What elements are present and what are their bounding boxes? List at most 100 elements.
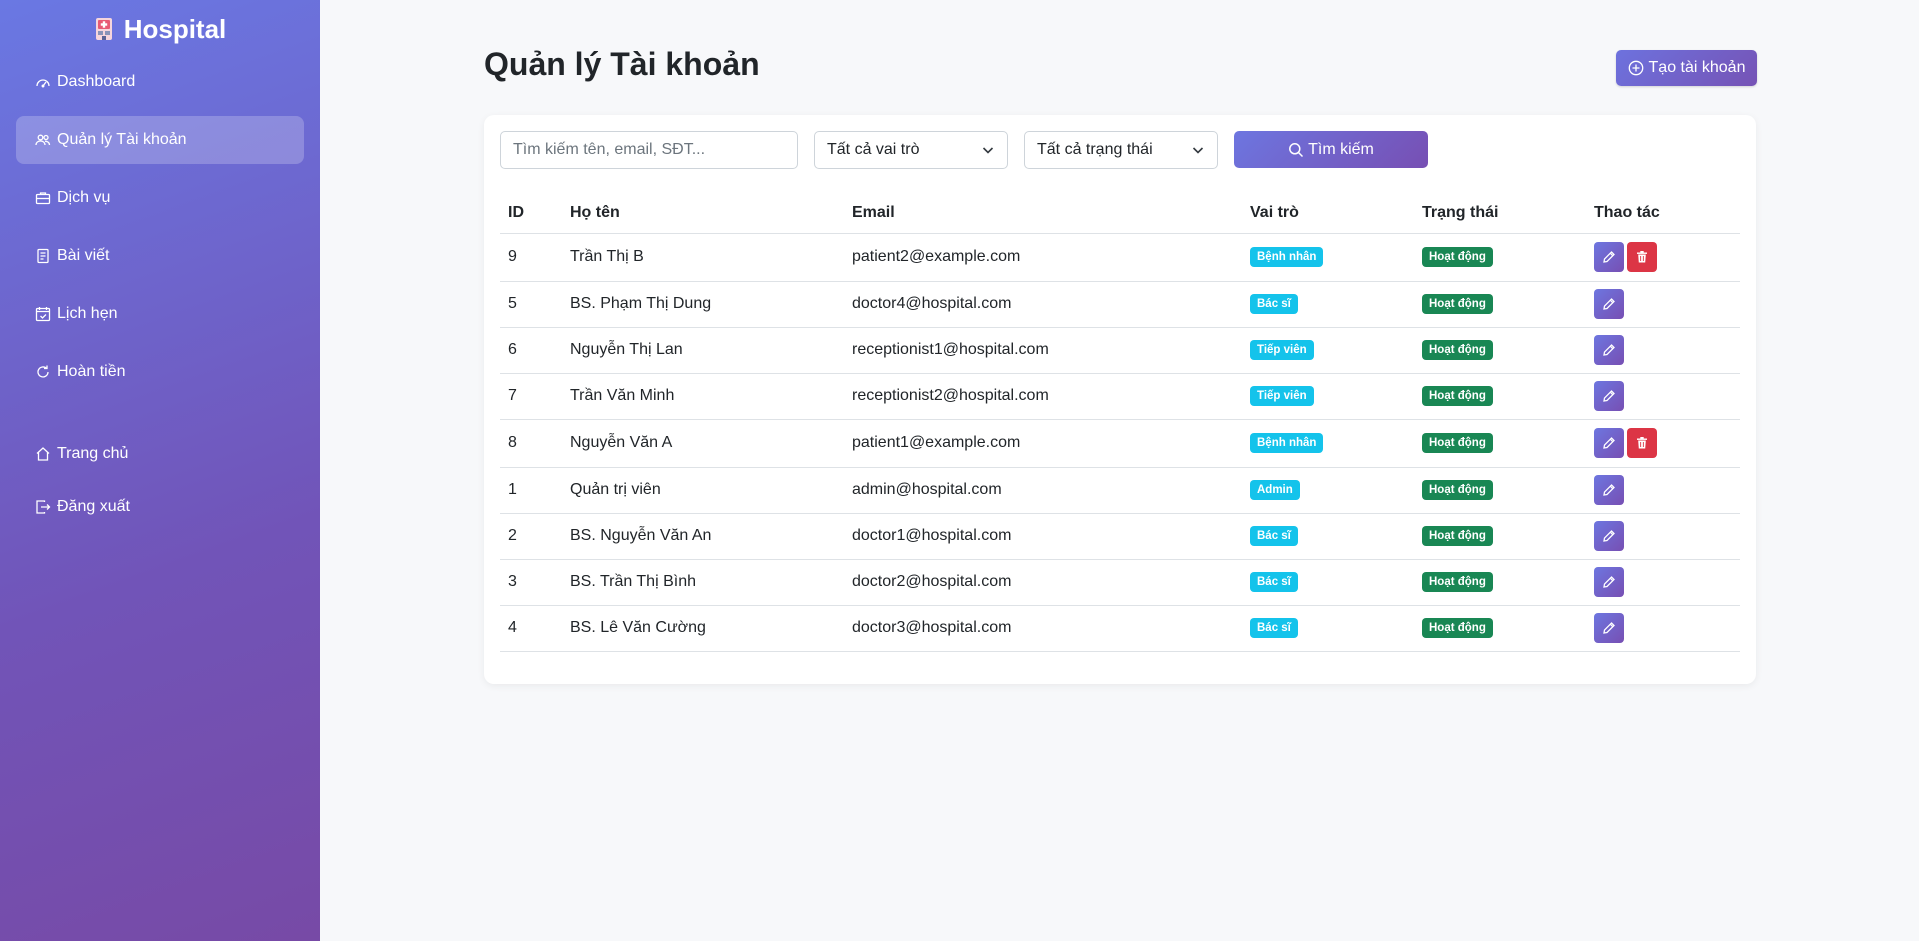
search-icon [1288,142,1304,158]
table-row: 9 Trần Thị Bpatient2@example.com Bệnh nhân… [500,233,1740,282]
speedometer-icon [35,74,51,90]
search-button[interactable]: Tìm kiếm [1234,131,1428,168]
pencil-icon [1602,575,1616,589]
refresh-icon [35,364,51,380]
cell-status: Hoạt động [1414,467,1586,514]
trash-icon [1635,436,1649,450]
status-badge: Hoạt động [1422,432,1493,454]
briefcase-icon [35,190,51,206]
cell-name: BS. Lê Văn Cường [562,605,844,652]
cell-email: doctor2@hospital.com [844,559,1242,606]
page-title: Quản lý Tài khoản [484,46,760,82]
status-badge: Hoạt động [1422,617,1493,639]
sidebar-item-label: Dịch vụ [57,189,111,206]
sidebar-item-label: Bài viết [57,247,110,264]
edit-button[interactable] [1594,475,1624,505]
cell-email: patient2@example.com [844,233,1242,282]
brand[interactable]: Hospital [0,0,320,58]
table-row: 7 Trần Văn Minh receptionist2@hospital.com… [500,373,1740,420]
cell-role: Bệnh nhân [1242,419,1414,468]
cell-name: BS. Phạm Thị Dung [562,281,844,328]
trash-icon [1635,250,1649,264]
delete-button[interactable] [1627,428,1657,458]
sidebar-item-appointments[interactable]: Lịch hẹn [16,290,304,338]
delete-button[interactable] [1627,242,1657,272]
edit-button[interactable] [1594,289,1624,319]
people-icon [35,132,51,148]
cell-status: Hoạt động [1414,373,1586,420]
main-content: Quản lý Tài khoản Tạo tài khoản Tất cả v… [320,0,1919,941]
status-badge: Hoạt động [1422,479,1493,501]
cell-id: 1 [500,467,562,514]
status-select[interactable]: Tất cả trạng thái [1024,131,1218,169]
search-input[interactable] [500,131,798,169]
role-select[interactable]: Tất cả vai trò [814,131,1008,169]
edit-button[interactable] [1594,381,1624,411]
cell-actions [1586,467,1740,514]
role-badge: Bệnh nhân [1250,432,1324,454]
accounts-card: Tất cả vai trò Tất cả trạng thái Tìm kiế… [484,115,1756,684]
column-header-status: Trạng thái [1414,193,1586,234]
cell-name: Nguyễn Văn A [562,419,844,468]
table-row: 5 BS. Phạm Thị Dung doctor4@hospital.com Bá… [500,281,1740,328]
sidebar-item-label: Lịch hẹn [57,305,118,322]
create-account-button[interactable]: Tạo tài khoản [1616,50,1757,86]
sidebar-item-label: Trang chủ [57,445,129,462]
sidebar-item-posts[interactable]: Bài viết [16,232,304,280]
edit-button[interactable] [1594,521,1624,551]
status-badge: Hoạt động [1422,293,1493,315]
edit-button[interactable] [1594,613,1624,643]
sidebar-item-label: Hoàn tiền [57,363,126,380]
edit-button[interactable] [1594,335,1624,365]
cell-actions [1586,559,1740,606]
cell-id: 3 [500,559,562,606]
cell-email: doctor1@hospital.com [844,513,1242,560]
pencil-icon [1602,621,1616,635]
cell-status: Hoạt động [1414,281,1586,328]
column-header-email: Email [844,193,1242,234]
cell-id: 6 [500,327,562,374]
sidebar-item-refunds[interactable]: Hoàn tiền [16,348,304,396]
pencil-icon [1602,250,1616,264]
table-row: 8 Nguyễn Văn Apatient1@example.com Bệnh nh… [500,419,1740,468]
column-header-name: Họ tên [562,193,844,234]
cell-name: Trần Văn Minh [562,373,844,420]
cell-name: BS. Trần Thị Bình [562,559,844,606]
cell-role: Bác sĩ [1242,281,1414,328]
status-badge: Hoạt động [1422,385,1493,407]
cell-role: Bác sĩ [1242,513,1414,560]
create-account-label: Tạo tài khoản [1648,59,1746,76]
status-badge: Hoạt động [1422,246,1493,268]
cell-status: Hoạt động [1414,605,1586,652]
status-select-value: Tất cả trạng thái [1037,141,1153,158]
cell-id: 9 [500,233,562,282]
cell-actions [1586,373,1740,420]
role-badge: Bệnh nhân [1250,246,1324,268]
sidebar-item-accounts[interactable]: Quản lý Tài khoản [16,116,304,164]
cell-email: patient1@example.com [844,419,1242,468]
sidebar-item-logout[interactable]: Đăng xuất [16,483,304,531]
cell-role: Bác sĩ [1242,559,1414,606]
pencil-icon [1602,436,1616,450]
table-row: 4 BS. Lê Văn Cường doctor3@hospital.com Bác… [500,605,1740,652]
status-badge: Hoạt động [1422,339,1493,361]
pencil-icon [1602,297,1616,311]
edit-button[interactable] [1594,428,1624,458]
sidebar-item-services[interactable]: Dịch vụ [16,174,304,222]
sidebar-item-dashboard[interactable]: Dashboard [16,58,304,106]
table-row: 6 Nguyễn Thị Lan receptionist1@hospital.co… [500,327,1740,374]
table-header-row: ID Họ tên Email Vai trò Trạng thái Thao … [500,193,1740,234]
cell-id: 8 [500,419,562,468]
cell-email: doctor3@hospital.com [844,605,1242,652]
edit-button[interactable] [1594,242,1624,272]
edit-button[interactable] [1594,567,1624,597]
sidebar: Hospital Dashboard Quản lý Tài khoản Dịc… [0,0,320,941]
sidebar-nav: Dashboard Quản lý Tài khoản Dịch vụ Bài … [0,58,320,531]
cell-email: receptionist1@hospital.com [844,327,1242,374]
cell-status: Hoạt động [1414,233,1586,282]
cell-role: Admin [1242,467,1414,514]
sidebar-item-home[interactable]: Trang chủ [16,430,304,478]
column-header-id: ID [500,193,562,234]
filter-bar: Tất cả vai trò Tất cả trạng thái Tìm kiế… [500,131,1428,169]
document-icon [35,248,51,264]
